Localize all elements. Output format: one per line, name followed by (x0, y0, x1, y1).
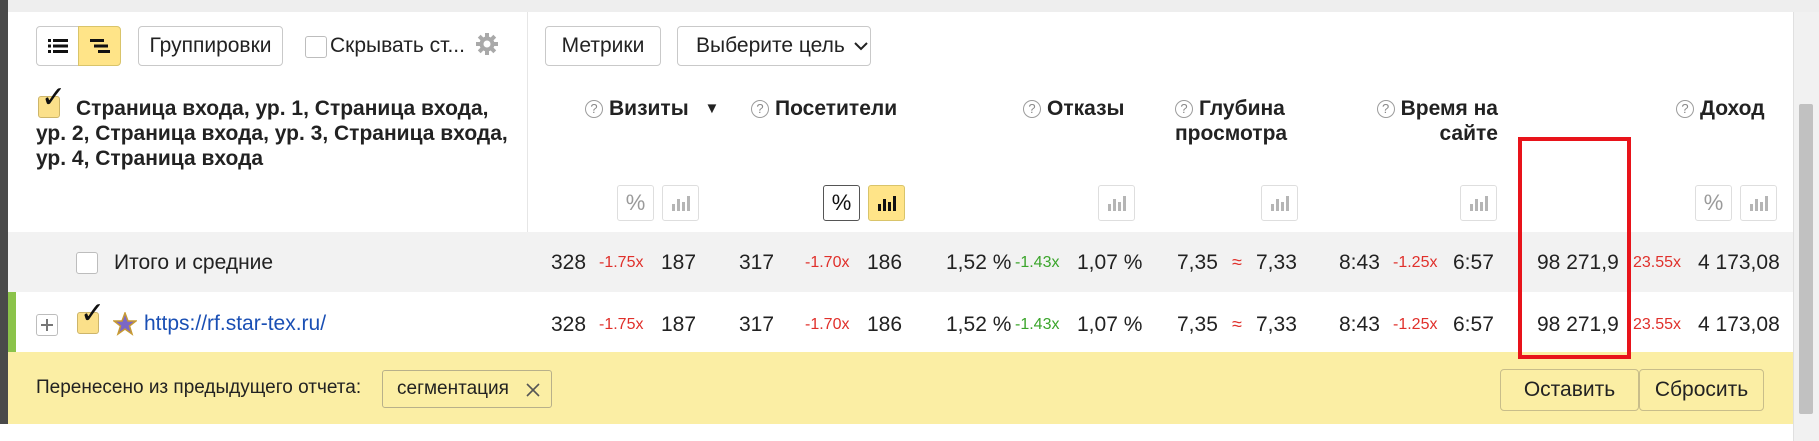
header-time[interactable]: ? Время на сайте (1368, 96, 1498, 146)
chevron-down-icon (854, 42, 868, 51)
bar-chart-icon (1107, 196, 1126, 211)
plus-square-icon (41, 319, 53, 331)
header-visits[interactable]: ? Визиты ▼ (585, 96, 719, 121)
bar-chart-icon (1469, 196, 1488, 211)
site-revenue-b: 4 173,08 (1698, 313, 1780, 336)
hide-label: Скрывать ст... (330, 34, 465, 57)
report-frame: Группировки Скрывать ст... Метрики Выбер… (0, 0, 1819, 441)
goal-select[interactable]: Выберите цель (677, 26, 871, 66)
header-visitors[interactable]: ? Посетители (751, 96, 897, 121)
header-bounces[interactable]: ? Отказы (1023, 96, 1124, 121)
keep-button[interactable]: Оставить (1500, 369, 1639, 411)
percent-icon: % (831, 190, 852, 215)
site-visitors-ratio: -1.70x (805, 316, 850, 333)
bar-chart-icon (1270, 196, 1289, 211)
site-depth-b: 7,33 (1256, 313, 1297, 336)
star-icon (113, 312, 137, 336)
question-circle-icon[interactable]: ? (1175, 100, 1193, 118)
site-time-ratio: -1.25x (1393, 316, 1438, 333)
total-bounces-b: 1,07 % (1077, 251, 1143, 274)
checkmark-icon: ✓ (80, 296, 106, 331)
site-visits-a: 328 (551, 313, 587, 336)
expand-row-button[interactable] (36, 314, 58, 336)
bottom-strip (0, 424, 1793, 441)
total-bounces-a: 1,52 % (946, 251, 1012, 274)
site-time-a: 8:43 (1339, 313, 1380, 336)
revenue-percent-toggle[interactable]: % (1695, 185, 1732, 221)
site-visits-ratio: -1.75x (599, 316, 644, 333)
carried-over-label: Перенесено из предыдущего отчета: (36, 377, 362, 398)
site-depth-a: 7,35 (1177, 313, 1218, 336)
site-bounces-ratio: -1.43x (1015, 316, 1060, 333)
revenue-chart-toggle[interactable] (1740, 185, 1777, 221)
revenue-highlight-box (1518, 137, 1631, 359)
gear-icon[interactable] (475, 32, 499, 56)
total-visits-ratio: -1.75x (599, 254, 644, 271)
visitors-chart-toggle[interactable] (868, 185, 905, 221)
question-circle-icon[interactable]: ? (1023, 100, 1041, 118)
question-circle-icon[interactable]: ? (1676, 100, 1694, 118)
metrics-button[interactable]: Метрики (545, 26, 661, 66)
site-visitors-b: 186 (867, 313, 903, 336)
dimension-header: Страница входа, ур. 1, Страница входа, у… (36, 97, 508, 170)
site-depth-ratio: ≈ (1232, 314, 1242, 334)
site-visits-b: 187 (661, 313, 697, 336)
total-depth-a: 7,35 (1177, 251, 1218, 274)
tree-view-button[interactable] (78, 26, 121, 66)
row-color-marker (8, 292, 16, 352)
total-time-a: 8:43 (1339, 251, 1380, 274)
header-revenue[interactable]: ? Доход (1676, 96, 1765, 121)
segment-tag[interactable]: сегментация (382, 370, 552, 408)
question-circle-icon[interactable]: ? (751, 100, 769, 118)
grouping-button[interactable]: Группировки (138, 26, 283, 66)
question-circle-icon[interactable]: ? (1376, 100, 1395, 118)
total-visitors-b: 186 (867, 251, 903, 274)
list-icon (47, 39, 68, 53)
total-bounces-ratio: -1.43x (1015, 254, 1060, 271)
close-icon[interactable] (525, 382, 541, 398)
site-row-link[interactable]: https://rf.star-tex.ru/ (144, 312, 326, 336)
percent-icon: % (625, 190, 646, 215)
total-visits-a: 328 (551, 251, 587, 274)
visits-chart-toggle[interactable] (662, 185, 699, 221)
goal-select-label: Выберите цель (696, 34, 845, 57)
total-visits-b: 187 (661, 251, 697, 274)
bar-chart-icon (671, 196, 690, 211)
total-visitors-ratio: -1.70x (805, 254, 850, 271)
total-revenue-ratio: 23.55x (1633, 254, 1682, 271)
total-visitors-a: 317 (739, 251, 775, 274)
visits-percent-toggle[interactable]: % (617, 185, 654, 221)
list-view-button[interactable] (36, 26, 79, 66)
total-row-checkbox[interactable] (76, 252, 98, 274)
bar-chart-icon (877, 196, 896, 211)
hide-checkbox[interactable] (305, 36, 327, 58)
depth-chart-toggle[interactable] (1261, 185, 1298, 221)
total-row-label: Итого и средние (114, 251, 274, 274)
percent-icon: % (1703, 190, 1724, 215)
bar-chart-icon (1749, 196, 1768, 211)
total-revenue-b: 4 173,08 (1698, 251, 1780, 274)
site-visitors-a: 317 (739, 313, 775, 336)
total-time-b: 6:57 (1453, 251, 1494, 274)
site-time-b: 6:57 (1453, 313, 1494, 336)
site-bounces-a: 1,52 % (946, 313, 1012, 336)
site-bounces-b: 1,07 % (1077, 313, 1143, 336)
total-depth-ratio: ≈ (1232, 252, 1242, 272)
site-revenue-ratio: 23.55x (1633, 316, 1682, 333)
header-depth[interactable]: ? Глубина просмотра (1175, 96, 1305, 146)
total-time-ratio: -1.25x (1393, 254, 1438, 271)
site-row-checkbox[interactable]: ✓ (77, 299, 105, 334)
top-strip (0, 0, 1819, 12)
question-circle-icon[interactable]: ? (585, 100, 603, 118)
visitors-percent-toggle[interactable]: % (823, 185, 860, 221)
scrollbar-thumb[interactable] (1799, 104, 1813, 414)
segment-tag-label: сегментация (397, 378, 509, 399)
left-edge (0, 0, 8, 441)
bounces-chart-toggle[interactable] (1098, 185, 1135, 221)
sort-down-triangle-icon[interactable]: ▼ (705, 100, 720, 117)
reset-button[interactable]: Сбросить (1639, 369, 1764, 411)
total-depth-b: 7,33 (1256, 251, 1297, 274)
time-chart-toggle[interactable] (1460, 185, 1497, 221)
tree-list-icon (89, 39, 110, 53)
